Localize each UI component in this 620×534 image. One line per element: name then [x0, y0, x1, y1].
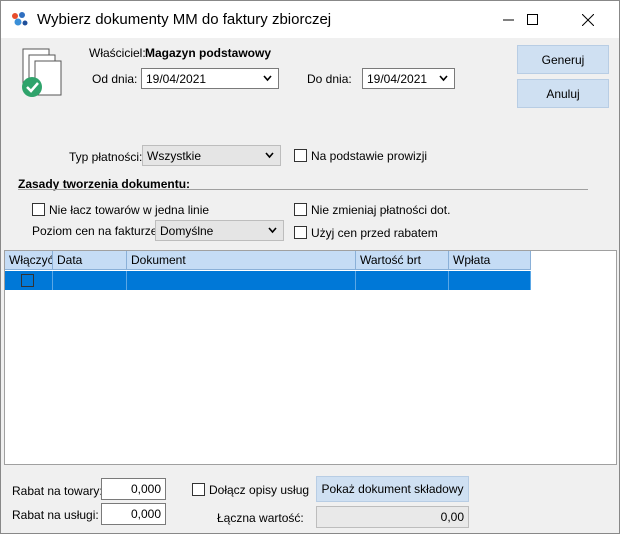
column-header-date[interactable]: Data — [53, 251, 127, 270]
date-to-label: Do dnia: — [307, 72, 352, 86]
maximize-icon — [526, 14, 538, 25]
row-include-checkbox[interactable] — [21, 274, 34, 287]
price-level-value: Domyślne — [160, 223, 214, 238]
close-button[interactable] — [565, 1, 611, 38]
column-header-payment[interactable]: Wpłata — [449, 251, 531, 270]
show-document-button-label: Pokaż dokument składowy — [321, 482, 464, 496]
price-level-label: Poziom cen na fakturze — [32, 224, 158, 238]
no-change-payment-checkbox[interactable] — [294, 203, 307, 216]
discount-services-input[interactable]: 0,000 — [101, 503, 166, 525]
close-icon — [582, 13, 594, 26]
owner-label: Właściciel: — [89, 46, 146, 60]
table-row[interactable] — [5, 271, 531, 290]
show-document-button[interactable]: Pokaż dokument składowy — [316, 476, 469, 502]
attach-desc-label: Dołącz opisy usług — [209, 483, 310, 497]
documents-grid[interactable]: Włączyć Data Dokument Wartość brt Wpłata — [4, 250, 617, 465]
window-title: Wybierz dokumenty MM do faktury zbiorcze… — [37, 11, 332, 28]
discount-goods-input[interactable]: 0,000 — [101, 478, 166, 500]
use-prices-checkbox[interactable] — [294, 226, 307, 239]
row-date-cell — [53, 271, 127, 290]
cancel-button[interactable]: Anuluj — [517, 79, 609, 108]
price-level-select[interactable]: Domyślne — [155, 220, 284, 241]
chevron-down-icon — [439, 75, 448, 82]
no-change-payment-label: Nie zmieniaj płatności dot. — [311, 203, 451, 217]
date-to-picker[interactable]: 19/04/2021 — [362, 68, 455, 89]
attach-desc-checkbox[interactable] — [192, 483, 205, 496]
column-header-include[interactable]: Włączyć — [5, 251, 53, 270]
date-from-picker[interactable]: 19/04/2021 — [141, 68, 279, 89]
row-payment-cell — [449, 271, 531, 290]
cancel-button-label: Anuluj — [546, 86, 580, 101]
generate-button[interactable]: Generuj — [517, 45, 609, 74]
date-from-value: 19/04/2021 — [146, 71, 207, 86]
payment-type-value: Wszystkie — [147, 148, 201, 163]
total-label: Łączna wartość: — [217, 511, 304, 525]
maximize-button[interactable] — [509, 1, 555, 38]
no-merge-checkbox[interactable] — [32, 203, 45, 216]
grid-header: Włączyć Data Dokument Wartość brt Wpłata — [5, 251, 531, 270]
commission-label: Na podstawie prowizji — [311, 149, 428, 163]
chevron-down-icon — [265, 152, 274, 159]
discount-services-label: Rabat na usługi: — [12, 508, 99, 522]
title-bar: Wybierz dokumenty MM do faktury zbiorcze… — [1, 1, 619, 38]
total-value-field: 0,00 — [316, 506, 469, 528]
rules-separator — [18, 189, 588, 190]
commission-checkbox[interactable] — [294, 149, 307, 162]
documents-check-icon — [22, 48, 62, 97]
row-document-cell — [127, 271, 356, 290]
row-include-cell[interactable] — [5, 271, 53, 290]
column-header-document[interactable]: Dokument — [127, 251, 356, 270]
row-gross-value-cell — [356, 271, 449, 290]
chevron-down-icon — [268, 227, 277, 234]
discount-goods-label: Rabat na towary: — [12, 484, 103, 498]
no-merge-label: Nie łacz towarów w jedna linie — [49, 203, 210, 217]
use-prices-label: Użyj cen przed rabatem — [311, 226, 438, 240]
generate-button-label: Generuj — [541, 52, 585, 67]
chevron-down-icon — [263, 75, 272, 82]
dialog-window: Wybierz dokumenty MM do faktury zbiorcze… — [0, 0, 620, 534]
column-header-gross-value[interactable]: Wartość brt — [356, 251, 449, 270]
payment-type-select[interactable]: Wszystkie — [142, 145, 281, 166]
date-from-label: Od dnia: — [92, 72, 138, 86]
app-logo-icon — [12, 12, 28, 26]
owner-value: Magazyn podstawowy — [145, 46, 272, 60]
date-to-value: 19/04/2021 — [367, 71, 428, 86]
payment-type-label: Typ płatności: — [69, 150, 143, 164]
